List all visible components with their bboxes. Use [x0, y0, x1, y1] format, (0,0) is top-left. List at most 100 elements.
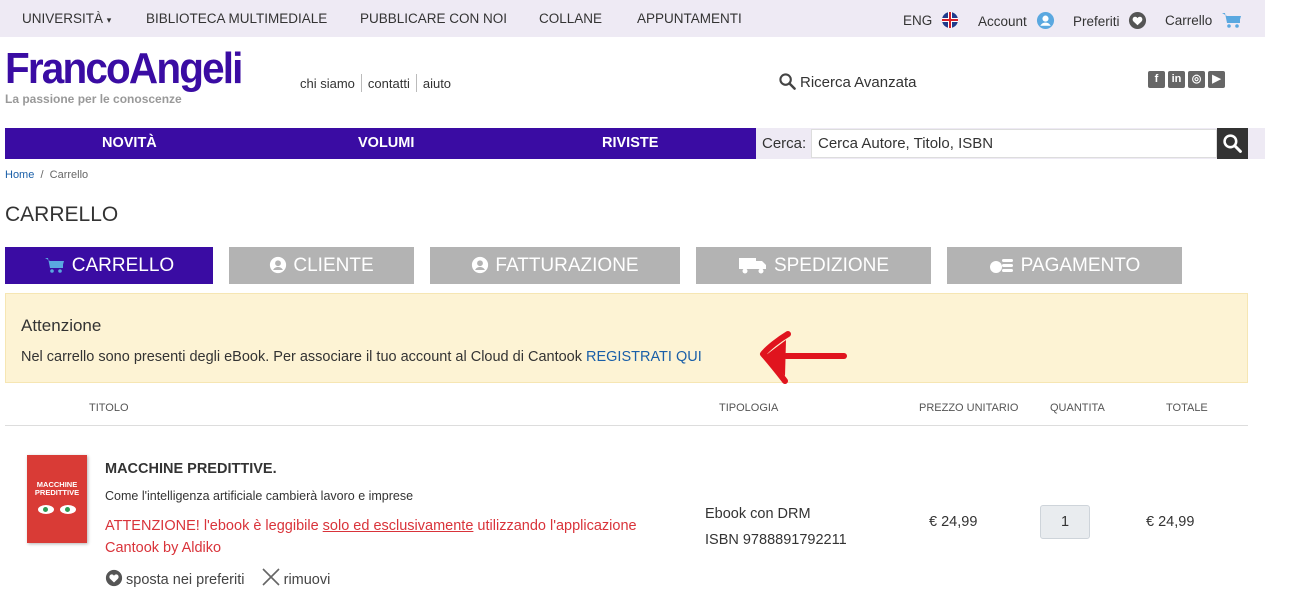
user-icon — [1036, 11, 1054, 30]
user-icon — [472, 256, 489, 274]
link-aiuto[interactable]: aiuto — [423, 76, 451, 91]
move-to-favorites-button[interactable]: sposta nei preferiti — [105, 569, 245, 588]
logo-tagline: La passione per le conoscenze — [5, 92, 182, 106]
search-label: Cerca: — [762, 135, 807, 152]
breadcrumb: Home / Carrello — [5, 169, 88, 181]
cover-title: MACCHINE PREDITTIVE — [34, 480, 80, 497]
topnav-universita-label: UNIVERSITÀ — [22, 11, 104, 26]
nav-riviste[interactable]: RIVISTE — [602, 135, 658, 151]
uk-flag-icon — [942, 12, 959, 28]
main-nav: NOVITÀ VOLUMI RIVISTE — [5, 128, 756, 159]
step-carrello[interactable]: CARRELLO — [5, 247, 213, 284]
item-format: Ebook con DRM — [705, 506, 811, 522]
register-link[interactable]: REGISTRATI QUI — [586, 349, 702, 365]
move-fav-label: sposta nei preferiti — [126, 572, 245, 588]
quantity-field[interactable]: 1 — [1040, 505, 1090, 539]
item-subtitle: Come l'intelligenza artificiale cambierà… — [105, 489, 414, 503]
caret-down-icon: ▾ — [106, 15, 112, 25]
heart-icon — [105, 569, 123, 587]
facebook-icon[interactable]: f — [1148, 71, 1165, 88]
linkedin-icon[interactable]: in — [1168, 71, 1185, 88]
alert-text: Nel carrello sono presenti degli eBook. … — [21, 349, 702, 365]
lang-switch[interactable]: ENG — [903, 11, 959, 29]
step-spedizione[interactable]: SPEDIZIONE — [696, 247, 931, 284]
advanced-search-link[interactable]: Ricerca Avanzata — [779, 73, 916, 91]
step-label: PAGAMENTO — [1020, 255, 1141, 276]
page-title: CARRELLO — [5, 203, 119, 226]
item-drm-warning: ATTENZIONE! l'ebook è leggibile solo ed … — [105, 515, 685, 559]
heart-icon — [1129, 11, 1147, 30]
step-label: FATTURAZIONE — [495, 255, 639, 276]
item-unit-price: € 24,99 — [929, 514, 978, 530]
carrello-label: Carrello — [1165, 13, 1213, 28]
instagram-icon[interactable]: ◎ — [1188, 71, 1205, 88]
breadcrumb-sep: / — [40, 169, 44, 181]
col-prezzo: PREZZO UNITARIO — [919, 402, 1019, 414]
nav-volumi[interactable]: VOLUMI — [358, 135, 414, 151]
link-contatti[interactable]: contatti — [368, 76, 410, 91]
divider — [360, 74, 362, 92]
step-label: CLIENTE — [293, 255, 374, 276]
truck-icon — [738, 258, 766, 274]
info-links: chi siamo contatti aiuto — [300, 74, 451, 92]
breadcrumb-current: Carrello — [49, 169, 89, 181]
search-input[interactable]: Cerca Autore, Titolo, ISBN — [811, 129, 1217, 158]
user-icon — [270, 256, 287, 274]
alert-message: Nel carrello sono presenti degli eBook. … — [21, 349, 587, 365]
book-cover[interactable]: MACCHINE PREDITTIVE — [27, 455, 87, 543]
item-type: Ebook con DRM ISBN 9788891792211 — [705, 501, 847, 553]
nav-novita[interactable]: NOVITÀ — [102, 135, 157, 151]
lang-label: ENG — [903, 13, 933, 28]
coins-icon — [989, 259, 1013, 273]
item-total: € 24,99 — [1146, 514, 1195, 530]
carrello-link[interactable]: Carrello — [1165, 11, 1243, 29]
divider — [5, 425, 1248, 426]
cart-icon — [44, 258, 64, 273]
item-title[interactable]: MACCHINE PREDITTIVE. — [105, 461, 277, 477]
search-icon — [779, 73, 796, 90]
item-actions: sposta nei preferiti rimuovi — [105, 567, 330, 588]
step-pagamento[interactable]: PAGAMENTO — [947, 247, 1182, 284]
red-arrow-annotation — [760, 331, 847, 384]
topnav-appuntamenti[interactable]: APPUNTAMENTI — [637, 11, 742, 26]
cart-icon — [1222, 13, 1242, 28]
search-button[interactable] — [1217, 128, 1248, 159]
col-totale: TOTALE — [1166, 402, 1208, 414]
remove-label: rimuovi — [283, 572, 331, 588]
step-cliente[interactable]: CLIENTE — [229, 247, 414, 284]
alert-heading: Attenzione — [21, 316, 102, 335]
ebook-alert: Attenzione Nel carrello sono presenti de… — [5, 293, 1248, 383]
col-titolo: TITOLO — [89, 402, 129, 414]
breadcrumb-home[interactable]: Home — [5, 169, 34, 181]
step-label: SPEDIZIONE — [773, 255, 890, 276]
account-link[interactable]: Account — [978, 11, 1055, 30]
preferiti-link[interactable]: Preferiti — [1073, 11, 1147, 30]
cover-authors — [29, 458, 85, 468]
close-icon — [262, 568, 280, 586]
col-tipologia: TIPOLOGIA — [719, 402, 779, 414]
site-logo[interactable]: FrancoAngeli La passione per le conoscen… — [5, 44, 262, 107]
search-icon — [1223, 134, 1242, 153]
search-bar: Cerca: Cerca Autore, Titolo, ISBN — [756, 128, 1265, 159]
account-label: Account — [978, 14, 1027, 29]
top-bar: UNIVERSITÀ ▾ BIBLIOTECA MULTIMEDIALE PUB… — [0, 0, 1265, 37]
advanced-search-label: Ricerca Avanzata — [800, 74, 917, 91]
divider — [415, 74, 417, 92]
warning-emphasis: solo ed esclusivamente — [322, 518, 474, 534]
preferiti-label: Preferiti — [1073, 14, 1120, 29]
item-isbn: ISBN 9788891792211 — [705, 532, 847, 548]
logo-brand: FrancoAngeli — [5, 44, 243, 93]
warning-text: ATTENZIONE! l'ebook è leggibile — [105, 518, 323, 534]
remove-button[interactable]: rimuovi — [261, 568, 331, 588]
topnav-collane[interactable]: COLLANE — [539, 11, 602, 26]
topnav-pubblicare[interactable]: PUBBLICARE CON NOI — [360, 11, 507, 26]
social-links: f in ◎ ▶ — [1148, 71, 1228, 89]
topnav-universita[interactable]: UNIVERSITÀ ▾ — [22, 11, 111, 26]
step-fatturazione[interactable]: FATTURAZIONE — [430, 247, 680, 284]
youtube-icon[interactable]: ▶ — [1208, 71, 1225, 88]
link-chi-siamo[interactable]: chi siamo — [300, 76, 355, 91]
cover-eyes-icon — [27, 501, 87, 519]
step-label: CARRELLO — [71, 255, 175, 276]
col-quantita: QUANTITA — [1050, 402, 1105, 414]
topnav-biblioteca[interactable]: BIBLIOTECA MULTIMEDIALE — [146, 11, 327, 26]
